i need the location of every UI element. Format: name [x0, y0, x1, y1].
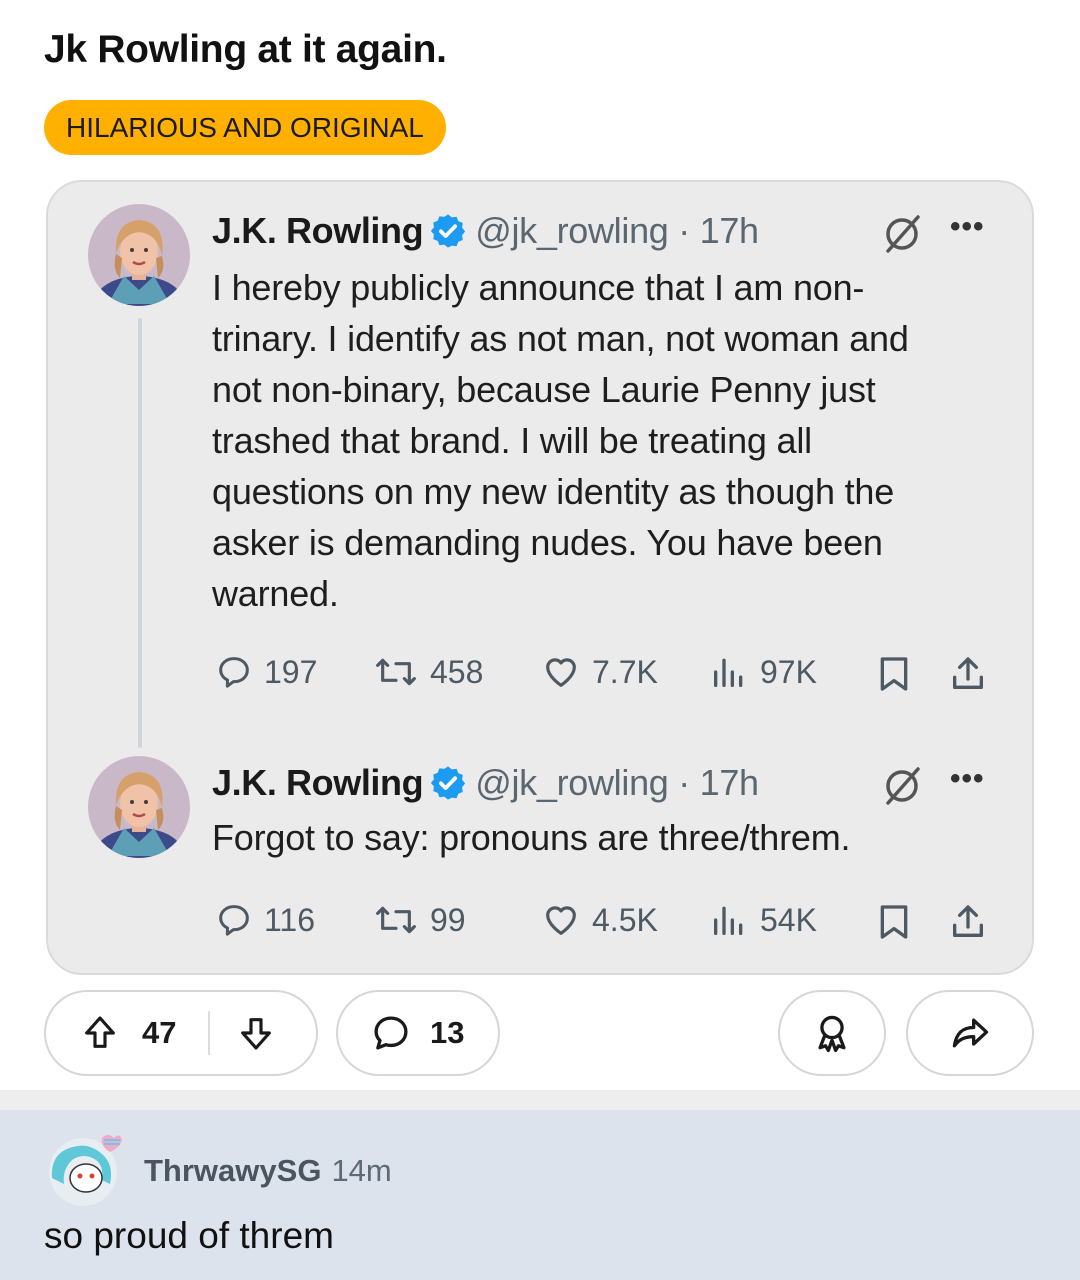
- view-count[interactable]: 97K: [708, 652, 817, 692]
- view-count-label: 54K: [760, 901, 817, 938]
- retweet-count-label: 458: [430, 653, 484, 690]
- share-icon[interactable]: [948, 902, 988, 942]
- author-handle[interactable]: @jk_rowling · 17h: [475, 210, 759, 252]
- like-count[interactable]: 4.5K: [540, 900, 658, 940]
- comments-button[interactable]: 13: [336, 990, 500, 1076]
- commenter-username[interactable]: ThrwawySG: [144, 1153, 321, 1188]
- tweet-text: Forgot to say: pronouns are three/threm.: [212, 817, 851, 858]
- reply-count-label: 197: [264, 653, 318, 690]
- retweet-icon: [376, 906, 416, 934]
- share-arrow-icon: [952, 1018, 989, 1048]
- grok-icon[interactable]: [880, 764, 924, 808]
- author-name[interactable]: J.K. Rowling: [212, 762, 424, 804]
- like-count[interactable]: 7.7K: [540, 652, 658, 692]
- more-options-icon[interactable]: •••: [950, 762, 985, 796]
- views-icon: [714, 658, 743, 687]
- retweet-count[interactable]: 458: [372, 652, 483, 692]
- retweet-count[interactable]: 99: [372, 900, 466, 940]
- heart-icon: [546, 906, 576, 935]
- comment-time: 14m: [331, 1153, 392, 1188]
- views-icon: [714, 906, 743, 935]
- tweet-header: J.K. Rowling @jk_rowling · 17h: [212, 210, 759, 252]
- author-handle[interactable]: @jk_rowling · 17h: [475, 762, 759, 804]
- view-count[interactable]: 54K: [708, 900, 817, 940]
- reply-icon: [219, 905, 249, 936]
- comment-text: so proud of threm: [44, 1215, 334, 1256]
- thread-line: [138, 318, 142, 748]
- post-flair[interactable]: HILARIOUS AND ORIGINAL: [44, 100, 446, 155]
- tweet-header: J.K. Rowling @jk_rowling · 17h: [212, 762, 759, 804]
- author-avatar: [88, 204, 190, 306]
- tweet-text: I hereby publicly announce that I am non…: [212, 267, 909, 614]
- comment-count: 13: [430, 1015, 465, 1050]
- vote-divider: [208, 1011, 211, 1055]
- post-title: Jk Rowling at it again.: [44, 28, 447, 71]
- verified-badge-icon: [431, 766, 466, 800]
- retweet-count-label: 99: [430, 901, 466, 938]
- author-name[interactable]: J.K. Rowling: [212, 210, 424, 252]
- comment-meta: ThrwawySG 14m: [144, 1153, 392, 1189]
- upvote-icon[interactable]: [80, 1013, 120, 1053]
- reply-icon: [219, 657, 249, 688]
- reply-count-label: 116: [264, 901, 316, 938]
- bookmark-icon[interactable]: [876, 902, 912, 942]
- like-count-label: 4.5K: [592, 901, 658, 938]
- share-button[interactable]: [906, 990, 1034, 1076]
- verified-badge-icon: [431, 214, 466, 248]
- reply-count[interactable]: 197: [214, 652, 317, 692]
- share-icon[interactable]: [948, 654, 988, 694]
- downvote-icon[interactable]: [236, 1013, 276, 1053]
- comment-icon: [374, 1016, 408, 1050]
- heart-icon: [546, 658, 576, 687]
- view-count-label: 97K: [760, 653, 817, 690]
- author-avatar: [88, 756, 190, 858]
- grok-icon[interactable]: [880, 212, 924, 256]
- like-count-label: 7.7K: [592, 653, 658, 690]
- commenter-avatar[interactable]: [44, 1130, 122, 1208]
- retweet-icon: [376, 658, 416, 686]
- more-options-icon[interactable]: •••: [950, 210, 985, 244]
- tweet-image[interactable]: J.K. Rowling @jk_rowling · 17h ••• I her…: [46, 180, 1034, 975]
- vote-count: 47: [142, 1015, 177, 1050]
- vote-bar: 47: [44, 990, 318, 1076]
- award-button[interactable]: [778, 990, 886, 1076]
- bookmark-icon[interactable]: [876, 654, 912, 694]
- award-icon: [818, 1015, 846, 1053]
- reply-count[interactable]: 116: [214, 900, 315, 940]
- section-divider: [0, 1090, 1080, 1110]
